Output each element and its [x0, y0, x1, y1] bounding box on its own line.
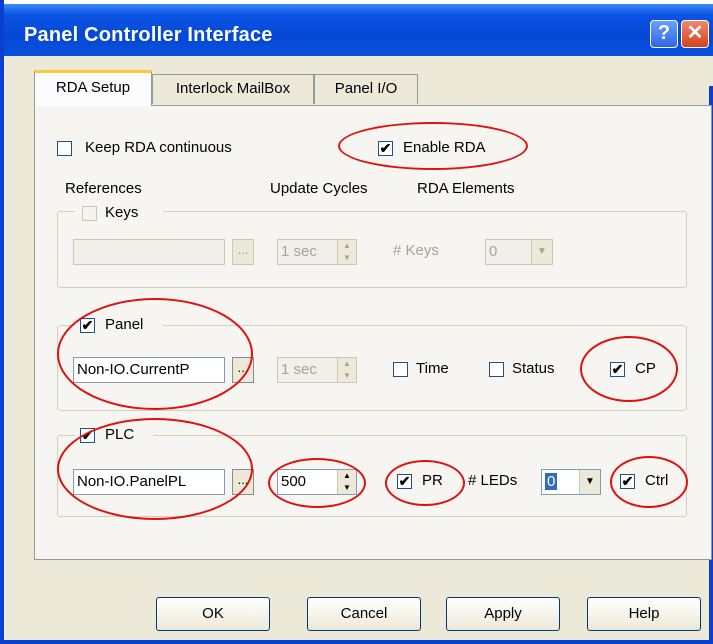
rda-setup-panel: Keep RDA continuous ✔ Enable RDA Referen…	[34, 105, 712, 560]
keys-cycle-spinner[interactable]: 1 sec ▲ ▼	[277, 239, 357, 265]
pr-label: PR	[422, 472, 443, 489]
keys-checkbox[interactable]	[82, 206, 97, 221]
tab-panel-io[interactable]: Panel I/O	[314, 74, 418, 104]
tab-interlock-mailbox[interactable]: Interlock MailBox	[152, 74, 314, 104]
ctrl-checkbox[interactable]: ✔	[620, 474, 635, 489]
panel-browse-button[interactable]: ...	[232, 357, 254, 383]
keys-count-value: 0	[489, 243, 498, 260]
panel-reference-input[interactable]: Non-IO.CurrentP	[73, 357, 225, 383]
update-cycles-header: Update Cycles	[270, 180, 368, 197]
status-checkbox[interactable]	[489, 362, 504, 377]
plc-cycle-spinner[interactable]: 500 ▲ ▼	[277, 469, 357, 495]
time-label: Time	[416, 360, 449, 377]
panel-cycle-spinner[interactable]: 1 sec ▲ ▼	[277, 357, 357, 383]
leds-label: # LEDs	[468, 472, 518, 489]
help-button[interactable]: Help	[587, 597, 701, 631]
pr-checkbox[interactable]: ✔	[397, 474, 412, 489]
enable-rda-checkbox[interactable]: ✔	[378, 141, 393, 156]
cp-checkbox[interactable]: ✔	[610, 362, 625, 377]
keys-count-label: # Keys	[393, 242, 439, 259]
apply-button[interactable]: Apply	[446, 597, 560, 631]
chevron-down-icon[interactable]: ▼	[531, 240, 552, 264]
cp-label: CP	[635, 360, 656, 377]
plc-reference-input[interactable]: Non-IO.PanelPL	[73, 469, 225, 495]
plc-cycle-arrows[interactable]: ▲ ▼	[337, 470, 356, 494]
keep-rda-label: Keep RDA continuous	[85, 139, 232, 156]
keys-label: Keys	[105, 204, 139, 221]
references-header: References	[65, 180, 142, 197]
panel-cycle-arrows[interactable]: ▲ ▼	[337, 358, 356, 382]
plc-checkbox[interactable]: ✔	[80, 428, 95, 443]
rda-elements-header: RDA Elements	[417, 180, 515, 197]
panel-cycle-value: 1 sec	[281, 361, 317, 378]
enable-rda-label: Enable RDA	[403, 139, 486, 156]
title-help-button[interactable]: ?	[650, 20, 678, 48]
ctrl-label: Ctrl	[645, 472, 669, 489]
dialog-window: Panel Controller Interface ? ✕ RDA Setup…	[0, 0, 713, 644]
keys-count-select[interactable]: 0 ▼	[485, 239, 553, 265]
tab-rda-setup[interactable]: RDA Setup	[34, 70, 152, 106]
leds-value: 0	[545, 473, 558, 490]
plc-cycle-value: 500	[281, 473, 307, 490]
chevron-down-icon[interactable]: ▼	[579, 470, 600, 494]
title-close-button[interactable]: ✕	[681, 20, 709, 48]
time-checkbox[interactable]	[393, 362, 408, 377]
keys-cycle-value: 1 sec	[281, 243, 317, 260]
cancel-button[interactable]: Cancel	[307, 597, 421, 631]
keys-browse-button[interactable]: ...	[232, 239, 254, 265]
window-title: Panel Controller Interface	[24, 24, 273, 46]
ok-button[interactable]: OK	[156, 597, 270, 631]
keys-cycle-arrows[interactable]: ▲ ▼	[337, 240, 356, 264]
plc-label: PLC	[105, 426, 135, 443]
panel-checkbox[interactable]: ✔	[80, 318, 95, 333]
keys-reference-input[interactable]	[73, 239, 225, 265]
panel-label: Panel	[105, 316, 144, 333]
plc-browse-button[interactable]: ...	[232, 469, 254, 495]
keep-rda-checkbox[interactable]	[57, 141, 72, 156]
leds-select[interactable]: 0 ▼	[541, 469, 601, 495]
status-label: Status	[512, 360, 555, 377]
